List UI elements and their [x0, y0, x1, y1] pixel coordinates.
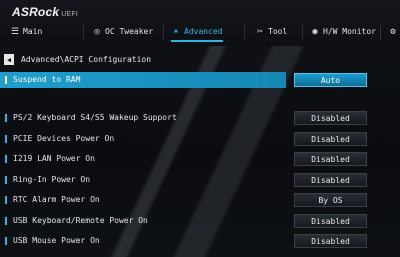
row-marker	[5, 114, 7, 122]
setting-label: PCIE Devices Power On	[13, 134, 115, 143]
tab-oc-tweaker[interactable]: ◎ OC Tweaker	[92, 22, 153, 42]
brand-name: ASRock	[12, 5, 60, 19]
gear-icon: ⚙	[390, 27, 396, 37]
row-marker	[5, 76, 7, 84]
row-marker	[5, 176, 7, 184]
row-marker	[5, 196, 7, 204]
tab-oc-tweaker-label: OC Tweaker	[105, 27, 154, 36]
row-marker	[5, 217, 7, 225]
tab-hw-monitor[interactable]: ◉ H/W Monitor	[310, 22, 376, 42]
wrench-icon: ✂	[257, 27, 263, 37]
star-icon: ✶	[173, 27, 179, 37]
breadcrumb-path: Advanced\ACPI Configuration	[21, 55, 152, 64]
asrock-logo: ASRock UEFI	[12, 5, 78, 19]
setting-value-dropdown[interactable]: Disabled	[294, 132, 367, 146]
setting-value-dropdown[interactable]: Auto	[294, 73, 367, 87]
tab-main[interactable]: ☰ Main	[10, 22, 42, 42]
setting-ps2-keyboard-wakeup[interactable]: PS/2 Keyboard S4/S5 Wakeup Support Disab…	[0, 110, 400, 126]
setting-label: USB Mouse Power On	[13, 236, 100, 245]
tab-tool[interactable]: ✂ Tool	[255, 22, 287, 42]
row-marker	[5, 237, 7, 245]
tab-advanced[interactable]: ✶ Advanced	[171, 22, 223, 42]
tab-hw-monitor-label: H/W Monitor	[323, 27, 376, 36]
row-marker	[5, 135, 7, 143]
tab-divider	[163, 25, 164, 39]
setting-rtc-alarm-power-on[interactable]: RTC Alarm Power On By OS	[0, 192, 400, 208]
setting-value-dropdown[interactable]: By OS	[294, 193, 367, 207]
tab-settings[interactable]: ⚙	[388, 22, 400, 42]
setting-value-dropdown[interactable]: Disabled	[294, 173, 367, 187]
tab-divider	[380, 25, 381, 39]
setting-value-dropdown[interactable]: Disabled	[294, 152, 367, 166]
setting-label: RTC Alarm Power On	[13, 195, 100, 204]
setting-label: Suspend to RAM	[13, 75, 81, 84]
breadcrumb: ◀ Advanced\ACPI Configuration	[4, 53, 151, 66]
setting-value-dropdown[interactable]: Disabled	[294, 234, 367, 248]
setting-label: USB Keyboard/Remote Power On	[13, 216, 148, 225]
setting-label: I219 LAN Power On	[13, 154, 95, 163]
gauge-icon: ◎	[94, 27, 100, 37]
setting-value-dropdown[interactable]: Disabled	[294, 214, 367, 228]
tab-divider	[83, 25, 84, 39]
main-tabs: ☰ Main ◎ OC Tweaker ✶ Advanced ✂ Tool ◉ H/W M…	[0, 22, 400, 42]
tab-divider	[244, 25, 245, 39]
brand-suffix: UEFI	[61, 11, 78, 18]
tab-advanced-label: Advanced	[184, 27, 223, 36]
top-navigation-bar: ASRock UEFI ☰ Main ◎ OC Tweaker ✶ Advanced ✂…	[0, 0, 400, 46]
setting-usb-keyboard-remote-power-on[interactable]: USB Keyboard/Remote Power On Disabled	[0, 213, 400, 229]
tab-main-label: Main	[23, 27, 43, 36]
tab-tool-label: Tool	[268, 27, 288, 36]
setting-suspend-to-ram[interactable]: Suspend to RAM Auto	[0, 72, 400, 88]
setting-ring-in-power-on[interactable]: Ring-In Power On Disabled	[0, 172, 400, 188]
monitor-icon: ◉	[312, 27, 318, 37]
setting-label: Ring-In Power On	[13, 175, 91, 184]
setting-usb-mouse-power-on[interactable]: USB Mouse Power On Disabled	[0, 233, 400, 249]
setting-value-dropdown[interactable]: Disabled	[294, 111, 367, 125]
row-marker	[5, 155, 7, 163]
setting-i219-lan-power-on[interactable]: I219 LAN Power On Disabled	[0, 151, 400, 167]
setting-label: PS/2 Keyboard S4/S5 Wakeup Support	[13, 113, 177, 122]
tab-divider	[302, 25, 303, 39]
setting-pcie-power-on[interactable]: PCIE Devices Power On Disabled	[0, 131, 400, 147]
back-arrow-icon[interactable]: ◀	[4, 54, 14, 65]
list-icon: ☰	[10, 27, 20, 37]
